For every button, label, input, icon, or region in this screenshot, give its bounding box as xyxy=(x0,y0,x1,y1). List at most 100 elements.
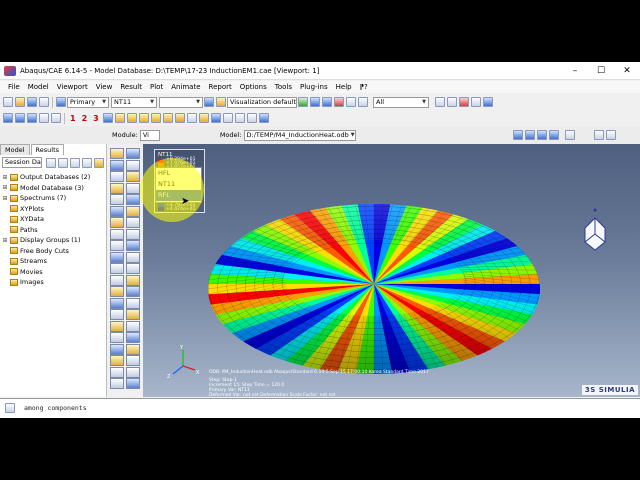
dropdown-option[interactable]: HFL xyxy=(156,168,201,179)
tree-item[interactable]: XYData xyxy=(2,214,90,225)
toolbox-tool-icon[interactable] xyxy=(110,297,124,309)
render-style-3[interactable]: 3 xyxy=(93,114,99,123)
toolbox-tool-icon[interactable] xyxy=(126,205,140,217)
toolbox-tool-icon[interactable] xyxy=(126,182,140,194)
rotate-ccw-icon[interactable] xyxy=(310,97,320,107)
view-front-icon[interactable] xyxy=(3,113,13,123)
probe-icon[interactable] xyxy=(198,113,209,123)
toolbox-tool-icon[interactable] xyxy=(110,366,124,378)
module-select[interactable]: Vi xyxy=(139,129,160,141)
mesh-icon[interactable] xyxy=(150,113,161,123)
toolbox-tool-icon[interactable] xyxy=(126,148,140,159)
expand-icon[interactable]: ⊞ xyxy=(2,195,8,202)
view-top-icon[interactable] xyxy=(51,113,61,123)
menu-view[interactable]: View xyxy=(92,83,117,91)
toolbox-tool-icon[interactable] xyxy=(110,251,124,263)
query-icon[interactable] xyxy=(186,113,197,123)
menu-viewport[interactable]: Viewport xyxy=(53,83,92,91)
tree-options-icon[interactable] xyxy=(82,157,92,168)
perspective-icon[interactable] xyxy=(358,97,368,107)
filter-select[interactable]: All ▼ xyxy=(373,96,429,108)
shaded-icon[interactable] xyxy=(114,113,125,123)
tree-collapse-icon[interactable] xyxy=(58,157,68,168)
view-back-icon[interactable] xyxy=(15,113,25,123)
viewport[interactable]: Y Z X NT11 +8.294e+01+7.976e+01+7.657e+0… xyxy=(143,144,640,397)
toolbox-tool-icon[interactable] xyxy=(126,332,140,343)
variable-select[interactable]: NT11 ▼ xyxy=(111,96,157,108)
zoom-icon[interactable] xyxy=(322,97,332,107)
dropdown-option[interactable]: RFL xyxy=(156,190,201,201)
tree-item[interactable]: Streams xyxy=(2,256,90,267)
feature-edges-icon[interactable] xyxy=(138,113,149,123)
toolbox-tool-icon[interactable] xyxy=(110,194,124,205)
toolbox-tool-icon[interactable] xyxy=(110,320,124,332)
menu-plot[interactable]: Plot xyxy=(146,83,167,91)
copy-icon[interactable] xyxy=(222,113,233,123)
menu-tools[interactable]: Tools xyxy=(271,83,296,91)
toolbox-tool-icon[interactable] xyxy=(110,228,124,240)
toolbox-tool-icon[interactable] xyxy=(110,159,124,171)
tree-item[interactable]: ⊞ Display Groups (1) xyxy=(2,235,90,246)
layer-icon[interactable] xyxy=(435,97,445,107)
expand-icon[interactable]: ⊞ xyxy=(2,184,8,191)
camera-icon[interactable] xyxy=(593,130,604,140)
tab-model[interactable]: Model xyxy=(0,144,30,155)
play-icon[interactable] xyxy=(536,130,547,140)
palette-icon[interactable] xyxy=(216,97,226,107)
options-icon[interactable] xyxy=(234,113,245,123)
dropdown-option[interactable]: NT11 xyxy=(156,179,201,190)
tree-item[interactable]: XYPlots xyxy=(2,204,90,215)
tip-icon[interactable] xyxy=(94,157,104,168)
toolbox-tool-icon[interactable] xyxy=(110,205,124,217)
expand-icon[interactable]: ⊞ xyxy=(2,174,8,181)
tree-item[interactable]: Movies xyxy=(2,267,90,278)
undeformed-icon[interactable] xyxy=(162,113,173,123)
viewport-icon[interactable] xyxy=(447,97,457,107)
toolbox-tool-icon[interactable] xyxy=(110,286,124,297)
tree-item[interactable]: Free Body Cuts xyxy=(2,246,90,257)
tree-item[interactable]: Images xyxy=(2,277,90,288)
zoom-box-icon[interactable] xyxy=(346,97,356,107)
toolbox-tool-icon[interactable] xyxy=(126,194,140,205)
tree-item[interactable]: ⊞ Output Databases (2) xyxy=(2,172,90,183)
open-icon[interactable] xyxy=(15,97,25,107)
toolbox-tool-icon[interactable] xyxy=(126,240,140,251)
component-select[interactable]: ▼ xyxy=(159,96,203,108)
toolbox-tool-icon[interactable] xyxy=(110,263,124,274)
tab-results[interactable]: Results xyxy=(30,144,65,155)
new-icon[interactable] xyxy=(3,97,13,107)
variable-dropdown-list[interactable]: HFL NT11 RFL xyxy=(155,167,202,203)
menu-animate[interactable]: Animate xyxy=(167,83,204,91)
menu-result[interactable]: Result xyxy=(116,83,146,91)
render-style-1[interactable]: 1 xyxy=(70,114,76,123)
session-select[interactable]: Session Data▼ xyxy=(2,157,42,168)
toolbox-tool-icon[interactable] xyxy=(110,171,124,182)
torus-contour-plot[interactable]: Y Z X xyxy=(143,144,640,397)
display-group-icon[interactable] xyxy=(471,97,481,107)
cursor-select-icon[interactable] xyxy=(174,113,185,123)
grid-icon[interactable] xyxy=(246,113,257,123)
tree-item[interactable]: ⊞ Model Database (3) xyxy=(2,183,90,194)
maximize-button[interactable]: ☐ xyxy=(588,66,614,76)
menu-plugins[interactable]: Plug-ins xyxy=(296,83,332,91)
wireframe-icon[interactable] xyxy=(102,113,113,123)
info-icon[interactable] xyxy=(210,113,221,123)
movie-icon[interactable] xyxy=(564,130,575,140)
toolbox-tool-icon[interactable] xyxy=(126,171,140,182)
view-iso-icon[interactable] xyxy=(39,113,49,123)
context-help-icon[interactable]: ⁋? xyxy=(356,83,372,91)
model-select[interactable]: D:/TEMP/M4_InductionHeat.odb ▼ xyxy=(243,129,356,141)
view-left-icon[interactable] xyxy=(27,113,37,123)
menu-model[interactable]: Model xyxy=(24,83,53,91)
last-frame-icon[interactable] xyxy=(548,130,559,140)
toolbox-tool-icon[interactable] xyxy=(126,366,140,378)
prev-frame-icon[interactable] xyxy=(524,130,535,140)
toolbox-tool-icon[interactable] xyxy=(126,343,140,355)
toolbox-tool-icon[interactable] xyxy=(110,343,124,355)
toolbox-tool-icon[interactable] xyxy=(110,378,124,389)
close-button[interactable]: ✕ xyxy=(614,66,640,76)
toolbox-tool-icon[interactable] xyxy=(126,309,140,320)
primary-select[interactable]: Primary ▼ xyxy=(67,96,109,108)
save-icon[interactable] xyxy=(27,97,37,107)
pan-icon[interactable] xyxy=(56,97,66,107)
